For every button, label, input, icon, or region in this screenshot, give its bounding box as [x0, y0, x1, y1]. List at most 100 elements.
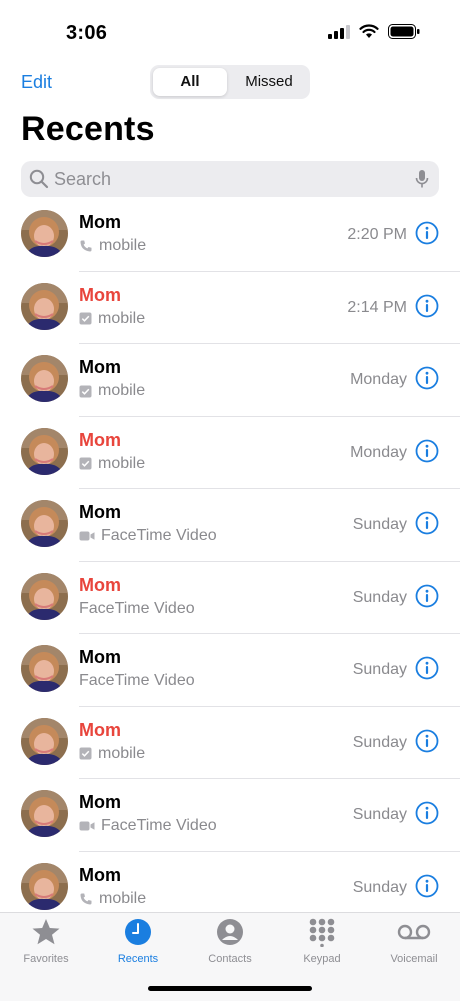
call-row[interactable]: Mom mobile Sunday — [0, 707, 460, 779]
contact-avatar — [21, 862, 68, 910]
info-icon[interactable] — [415, 874, 439, 898]
info-icon[interactable] — [415, 584, 439, 608]
call-time: Sunday — [352, 588, 407, 606]
call-type-label: mobile — [99, 237, 147, 254]
call-time: Sunday — [352, 516, 407, 533]
contact-avatar — [21, 645, 68, 692]
search-input[interactable]: Search — [54, 169, 111, 190]
segment-all[interactable]: All — [153, 68, 227, 96]
status-time: 3:06 — [66, 22, 108, 44]
recents-list: Mom mobile 2:20 PM Mom mobile 2:14 PM Mo… — [0, 199, 460, 924]
call-type-label: mobile — [99, 889, 147, 907]
caller-name: Mom — [79, 864, 121, 885]
search-icon — [29, 169, 49, 189]
tab-label: Contacts — [208, 953, 252, 965]
microphone-icon[interactable] — [415, 169, 429, 189]
info-icon[interactable] — [415, 656, 439, 680]
tab-contacts[interactable]: Contacts — [184, 917, 276, 965]
contact-avatar — [21, 500, 68, 547]
person-icon — [217, 919, 243, 945]
contact-avatar — [21, 790, 68, 837]
page-title: Recents — [21, 110, 155, 148]
tab-keypad[interactable]: Keypad — [276, 917, 368, 965]
info-icon[interactable] — [415, 511, 439, 535]
call-type: FaceTime Video — [79, 600, 195, 618]
status-icons — [328, 24, 420, 39]
tab-favorites[interactable]: Favorites — [0, 917, 92, 965]
voicemail-icon — [397, 924, 431, 940]
call-type: mobile — [79, 745, 145, 763]
info-icon[interactable] — [415, 294, 439, 318]
call-time: Sunday — [352, 661, 407, 678]
call-row[interactable]: Mom FaceTime Video Sunday — [0, 779, 460, 852]
info-icon[interactable] — [415, 801, 439, 825]
call-type: FaceTime Video — [79, 672, 195, 690]
call-time: 2:14 PM — [347, 298, 407, 316]
segment-missed[interactable]: Missed — [230, 68, 308, 96]
caller-name: Mom — [79, 719, 121, 740]
call-type-label: FaceTime Video — [79, 672, 195, 689]
call-row[interactable]: Mom FaceTime Video Sunday — [0, 489, 460, 562]
caller-name: Mom — [79, 429, 121, 450]
contact-avatar — [21, 282, 68, 330]
call-type-label: mobile — [98, 382, 146, 399]
wifi-icon — [359, 24, 379, 38]
search-bar[interactable]: Search — [21, 161, 439, 197]
call-type-label: mobile — [98, 454, 146, 472]
call-row[interactable]: Mom FaceTime Video Sunday — [0, 562, 460, 634]
call-type: mobile — [79, 237, 146, 255]
call-time: Monday — [350, 443, 407, 461]
star-icon — [32, 919, 60, 945]
tab-label: Favorites — [23, 953, 69, 965]
call-type: mobile — [79, 455, 145, 473]
caller-name: Mom — [79, 574, 121, 595]
call-row[interactable]: Mom mobile 2:14 PM — [0, 272, 460, 344]
call-type-label: FaceTime Video — [79, 599, 195, 617]
call-time: Sunday — [352, 806, 407, 823]
call-time: Sunday — [352, 878, 407, 896]
info-icon[interactable] — [415, 366, 439, 390]
checkbox-icon — [79, 457, 92, 470]
call-type: mobile — [79, 382, 145, 400]
status-bar: 3:06 — [0, 0, 460, 60]
caller-name: Mom — [79, 212, 121, 232]
tab-recents[interactable]: Recents — [92, 917, 184, 965]
contact-avatar — [21, 717, 68, 765]
video-icon — [79, 530, 95, 542]
call-type-label: FaceTime Video — [101, 527, 217, 544]
keypad-icon — [309, 918, 335, 947]
phone-icon — [79, 239, 93, 253]
call-time: Monday — [350, 371, 407, 388]
contact-avatar — [21, 355, 68, 402]
tab-label: Voicemail — [390, 953, 438, 965]
info-icon[interactable] — [415, 439, 439, 463]
navigation-bar: Edit All Missed — [0, 62, 460, 102]
edit-button[interactable]: Edit — [21, 72, 52, 93]
call-type: mobile — [79, 310, 145, 328]
call-row[interactable]: Mom FaceTime Video Sunday — [0, 634, 460, 707]
caller-name: Mom — [79, 502, 121, 522]
call-type-label: mobile — [98, 309, 146, 327]
caller-name: Mom — [79, 647, 121, 667]
checkbox-icon — [79, 747, 92, 760]
call-row[interactable]: Mom mobile Monday — [0, 344, 460, 417]
clock-icon — [125, 919, 151, 945]
home-indicator — [148, 986, 312, 991]
call-type-label: FaceTime Video — [101, 817, 217, 834]
caller-name: Mom — [79, 357, 121, 377]
contact-avatar — [21, 572, 68, 620]
phone-icon — [79, 892, 93, 906]
call-type-label: mobile — [98, 744, 146, 762]
tab-label: Recents — [117, 953, 159, 965]
contact-avatar — [21, 210, 68, 257]
caller-name: Mom — [79, 284, 121, 305]
call-row[interactable]: Mom mobile Monday — [0, 417, 460, 489]
cellular-signal-icon — [328, 24, 350, 39]
info-icon[interactable] — [415, 729, 439, 753]
info-icon[interactable] — [415, 221, 439, 245]
video-icon — [79, 820, 95, 832]
call-row[interactable]: Mom mobile 2:20 PM — [0, 199, 460, 272]
contact-avatar — [21, 427, 68, 475]
tab-voicemail[interactable]: Voicemail — [368, 917, 460, 965]
call-type: FaceTime Video — [79, 817, 217, 835]
